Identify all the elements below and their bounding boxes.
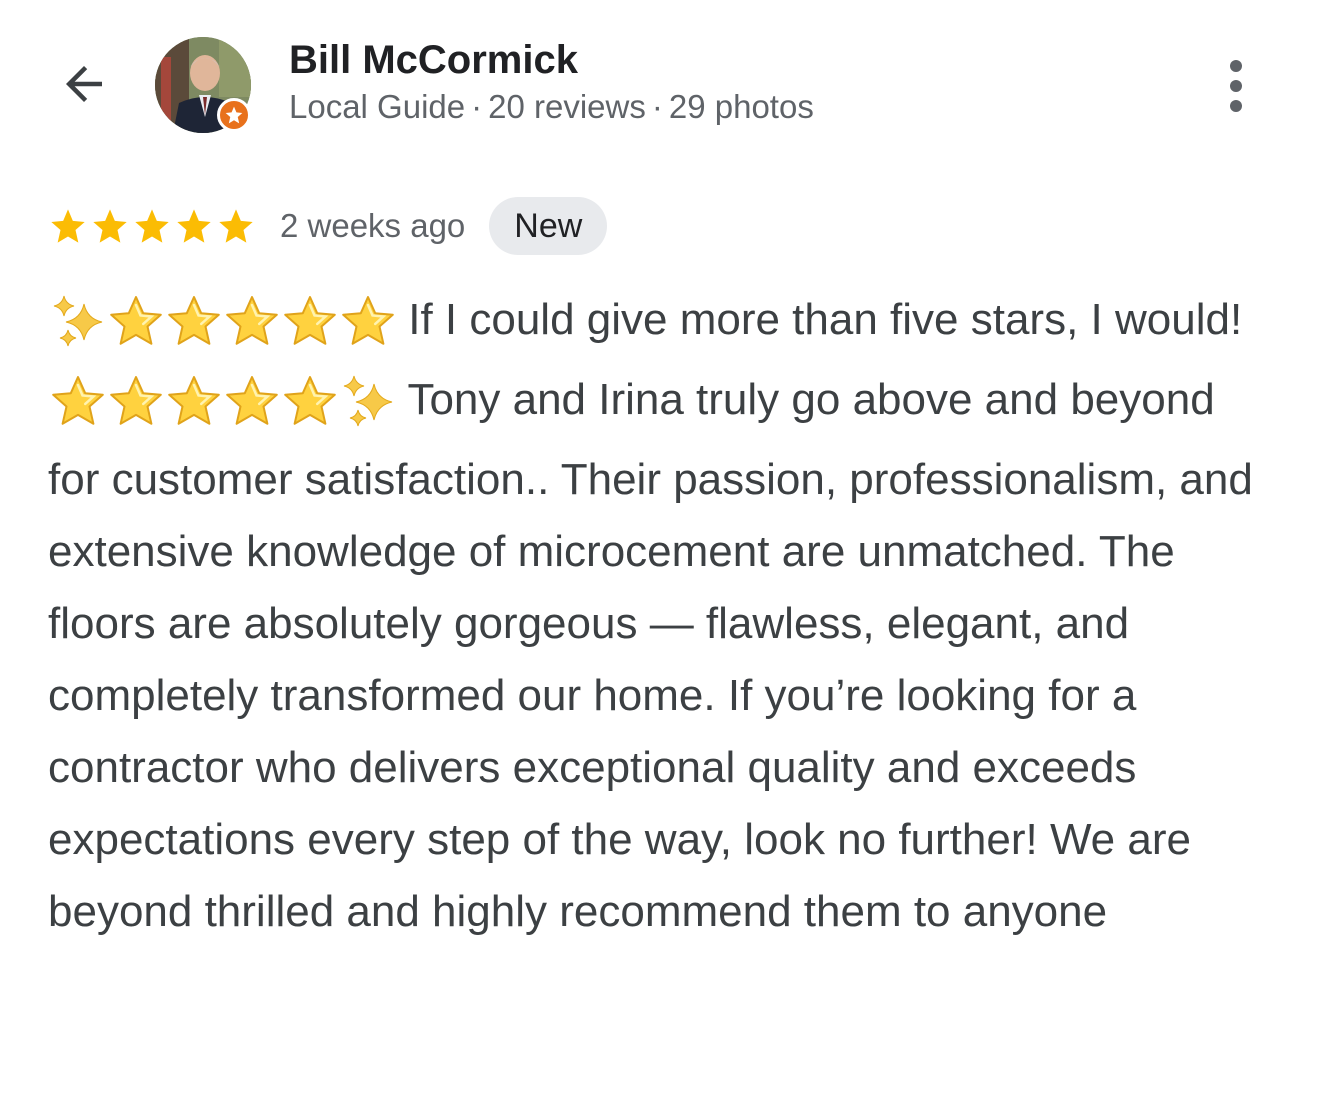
review-text-part-1: If I could give more than five stars, I …	[408, 295, 1243, 344]
reviewer-meta[interactable]: Local Guide · 20 reviews · 29 photos	[289, 88, 814, 126]
meta-separator: ·	[471, 88, 483, 125]
review-text-part-2: Tony and Irina truly go above and beyond…	[48, 375, 1253, 936]
star-emoji-icon	[284, 376, 336, 425]
review-header: Bill McCormick Local Guide · 20 reviews · 29…	[0, 0, 1320, 160]
more-vert-icon-dot	[1230, 100, 1242, 112]
star-rating	[48, 206, 256, 246]
star-emoji-icon	[52, 376, 104, 425]
review-count: 20 reviews	[488, 88, 646, 125]
star-icon	[135, 209, 169, 243]
meta-separator: ·	[651, 88, 663, 125]
reviewer-avatar-wrap[interactable]	[155, 37, 253, 135]
star-icon	[51, 209, 85, 243]
star-icon	[93, 209, 127, 243]
local-guide-star-icon	[225, 106, 243, 124]
star-emoji-icon	[284, 296, 336, 345]
arrow-back-icon	[66, 66, 102, 102]
review-time: 2 weeks ago	[280, 207, 466, 244]
star-emoji-icon	[168, 296, 220, 345]
new-badge: New	[489, 197, 608, 255]
photo-count: 29 photos	[668, 88, 814, 125]
star-emoji-icon	[168, 376, 220, 425]
back-button[interactable]	[52, 52, 116, 116]
emoji-sequence-2	[48, 372, 396, 444]
reviewer-name[interactable]: Bill McCormick	[289, 38, 578, 83]
more-vert-icon-dot	[1230, 60, 1242, 72]
star-emoji-icon	[110, 376, 162, 425]
star-emoji-icon	[110, 296, 162, 345]
more-vert-icon-dot	[1230, 80, 1242, 92]
star-emoji-icon	[226, 296, 278, 345]
emoji-sequence-1	[48, 292, 396, 364]
star-emoji-icon	[342, 296, 394, 345]
local-guide-badge	[217, 98, 251, 132]
more-options-button[interactable]	[1206, 54, 1266, 118]
review-text: If I could give more than five stars, I …	[48, 284, 1273, 948]
star-icon	[219, 209, 253, 243]
star-emoji-icon	[226, 376, 278, 425]
sparkles-icon	[53, 295, 103, 347]
rating-row: 2 weeks ago New	[48, 196, 608, 256]
local-guide-label: Local Guide	[289, 88, 466, 125]
sparkles-icon	[343, 375, 393, 427]
star-icon	[177, 209, 211, 243]
